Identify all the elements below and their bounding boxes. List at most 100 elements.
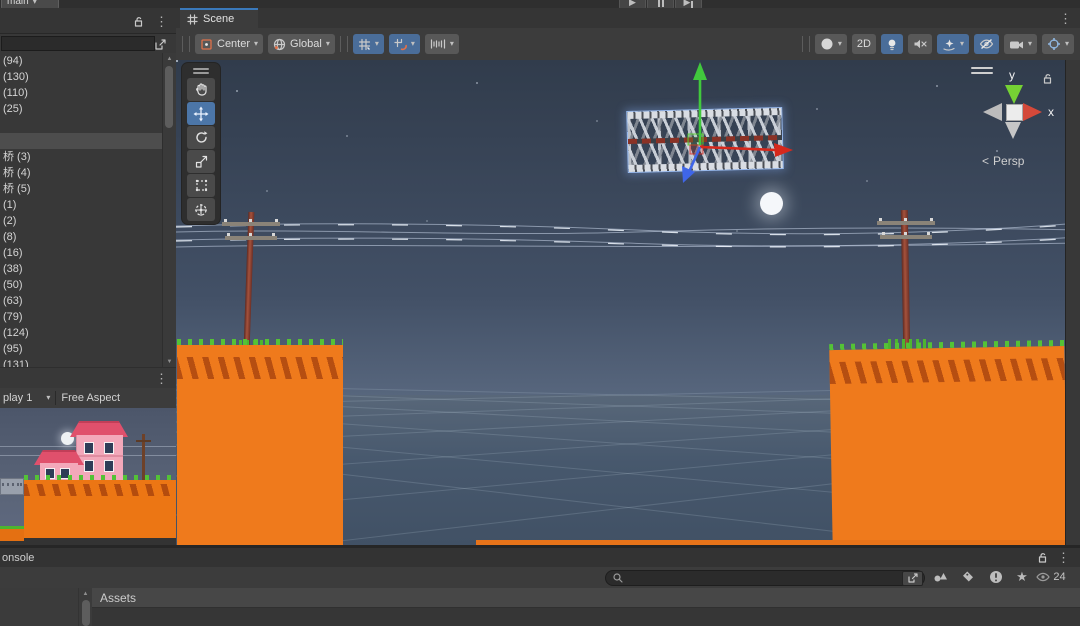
gizmo-center-cube[interactable]: [1006, 104, 1023, 121]
unlock-icon: [1041, 72, 1053, 84]
power-lines: [176, 223, 1080, 247]
hierarchy-item[interactable]: (25): [0, 101, 162, 117]
project-folder-column[interactable]: [0, 588, 78, 626]
filter-by-label-button[interactable]: [956, 568, 980, 585]
lock-button[interactable]: [1033, 549, 1050, 565]
orientation-dropdown[interactable]: Global ▾: [268, 34, 335, 54]
hidden-packages-toggle[interactable]: 24: [1034, 568, 1068, 585]
gizmo-down-cone[interactable]: [1005, 122, 1021, 139]
filter-by-type-button[interactable]: [928, 568, 952, 585]
scroll-up-icon[interactable]: ▲: [79, 588, 92, 599]
hierarchy-item[interactable]: 桥 (3): [0, 149, 162, 165]
view-hand-tool[interactable]: [187, 78, 215, 101]
hierarchy-item[interactable]: (16): [0, 245, 162, 261]
hierarchy-item[interactable]: (63): [0, 293, 162, 309]
chevron-down-icon[interactable]: ▾: [46, 394, 50, 402]
project-scrollbar[interactable]: ▲: [78, 588, 93, 626]
game-pole: [142, 434, 145, 481]
selected-bridge-truss[interactable]: [627, 108, 783, 172]
snap-increment-dropdown[interactable]: ▾: [425, 34, 459, 54]
game-preview: [0, 408, 176, 545]
transform-tool[interactable]: [187, 198, 215, 221]
hierarchy-item[interactable]: (38): [0, 261, 162, 277]
scroll-down-icon[interactable]: ▼: [163, 356, 176, 367]
favorites-button[interactable]: ★: [1010, 568, 1034, 585]
gizmo-y-cone[interactable]: [1005, 85, 1023, 104]
gizmo-x-cone[interactable]: [1023, 103, 1042, 121]
hierarchy-item[interactable]: (94): [0, 53, 162, 69]
moon[interactable]: [760, 192, 783, 215]
hierarchy-item-selected[interactable]: [0, 133, 162, 149]
chevron-down-icon: ▾: [33, 0, 37, 6]
hierarchy-menu-button[interactable]: ⋮: [153, 13, 170, 29]
terrain-cliff-right[interactable]: [829, 346, 1067, 545]
project-browser: ▲ Assets: [0, 588, 1080, 626]
hierarchy-item[interactable]: [0, 117, 162, 133]
scrollbar-thumb[interactable]: [82, 600, 90, 626]
hierarchy-item[interactable]: (130): [0, 69, 162, 85]
tab-console[interactable]: onsole: [2, 552, 34, 564]
hierarchy-item[interactable]: 桥 (4): [0, 165, 162, 181]
scale-tool[interactable]: [187, 150, 215, 173]
hierarchy-item[interactable]: (110): [0, 85, 162, 101]
scene-menu-button[interactable]: ⋮: [1057, 10, 1074, 26]
hierarchy-item[interactable]: 桥 (5): [0, 181, 162, 197]
game-menu-button[interactable]: ⋮: [153, 370, 170, 386]
toolbar-separator: [340, 36, 348, 52]
hierarchy-item[interactable]: (2): [0, 213, 162, 229]
rect-tool[interactable]: [187, 174, 215, 197]
project-search-field[interactable]: [605, 570, 925, 586]
tab-scene[interactable]: Scene: [180, 8, 258, 28]
aspect-dropdown[interactable]: Free Aspect: [61, 392, 120, 404]
rotate-icon: [194, 130, 209, 145]
gizmos-dropdown[interactable]: ▾: [1042, 34, 1074, 54]
viewport-overlay-grip[interactable]: [971, 67, 993, 74]
display-dropdown[interactable]: play 1: [3, 392, 32, 404]
pivot-mode-dropdown[interactable]: Center ▾: [195, 34, 263, 54]
scrollbar-thumb[interactable]: [165, 66, 173, 128]
open-in-search-button[interactable]: [152, 36, 169, 52]
effects-toggle[interactable]: ▾: [937, 34, 969, 54]
gizmo-lock-button[interactable]: [1038, 70, 1055, 86]
scene-viewport[interactable]: y x < Persp: [176, 60, 1080, 545]
grid-icon: [187, 14, 198, 25]
terrain-cliff-left[interactable]: [177, 345, 343, 545]
hierarchy-item[interactable]: (8): [0, 229, 162, 245]
hidden-count: 24: [1053, 571, 1065, 583]
move-tool[interactable]: [187, 102, 215, 125]
axis-x-label: x: [1048, 105, 1054, 119]
camera-settings-dropdown[interactable]: ▾: [1004, 34, 1037, 54]
hierarchy-item[interactable]: (50): [0, 277, 162, 293]
hierarchy-item[interactable]: (1): [0, 197, 162, 213]
hierarchy-item[interactable]: (124): [0, 325, 162, 341]
hierarchy-search-input[interactable]: [1, 36, 155, 51]
scroll-up-icon[interactable]: ▲: [163, 53, 176, 64]
lighting-toggle[interactable]: [881, 34, 903, 54]
hierarchy-item[interactable]: (79): [0, 309, 162, 325]
open-in-search-button[interactable]: [902, 571, 923, 586]
rotate-tool[interactable]: [187, 126, 215, 149]
overlay-grip[interactable]: [184, 65, 218, 77]
project-search-input[interactable]: [627, 571, 902, 585]
assets-content[interactable]: [92, 608, 1080, 626]
project-menu-button[interactable]: ⋮: [1055, 549, 1072, 565]
2d-toggle[interactable]: 2D: [852, 34, 876, 54]
chevron-down-icon: ▾: [411, 40, 415, 48]
lock-button[interactable]: [129, 13, 146, 29]
hierarchy-item[interactable]: (95): [0, 341, 162, 357]
shading-mode-dropdown[interactable]: ▾: [815, 34, 847, 54]
projection-toggle[interactable]: < Persp: [982, 154, 1024, 168]
project-toolbar: ★ 24: [0, 567, 1080, 589]
breadcrumb[interactable]: Assets: [100, 591, 136, 605]
hierarchy-scrollbar[interactable]: ▲ ▼: [162, 53, 176, 368]
import-log-button[interactable]: [984, 568, 1008, 585]
grid-visibility-toggle[interactable]: ▾: [353, 34, 384, 54]
tools-overlay: [181, 62, 221, 225]
audio-toggle[interactable]: [908, 34, 932, 54]
scene-visibility-toggle[interactable]: [974, 34, 999, 54]
drag-handle[interactable]: [182, 36, 190, 52]
grid-snapping-toggle[interactable]: ▾: [389, 34, 420, 54]
gizmo-left-cone[interactable]: [983, 103, 1002, 121]
chevron-down-icon: ▾: [838, 40, 842, 48]
drag-handle[interactable]: [802, 36, 810, 52]
